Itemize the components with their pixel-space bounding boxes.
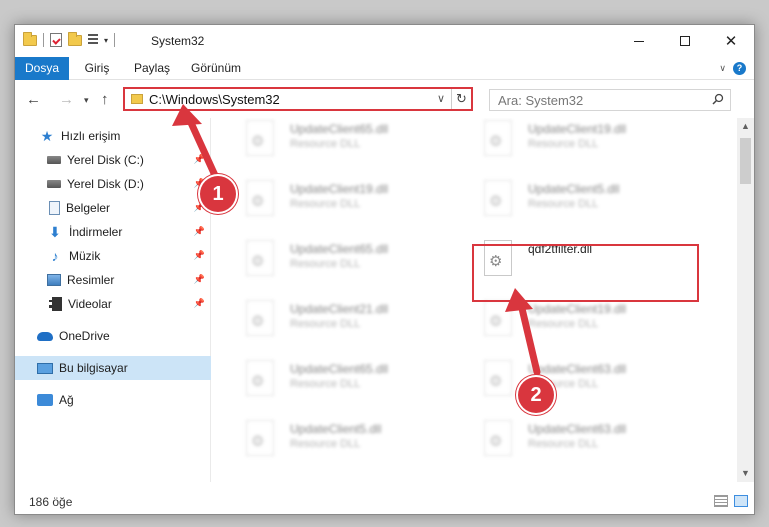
step-2-badge: 2 — [518, 377, 554, 413]
step-1-badge: 1 — [200, 176, 236, 212]
annotation-arrow-1 — [172, 104, 541, 376]
